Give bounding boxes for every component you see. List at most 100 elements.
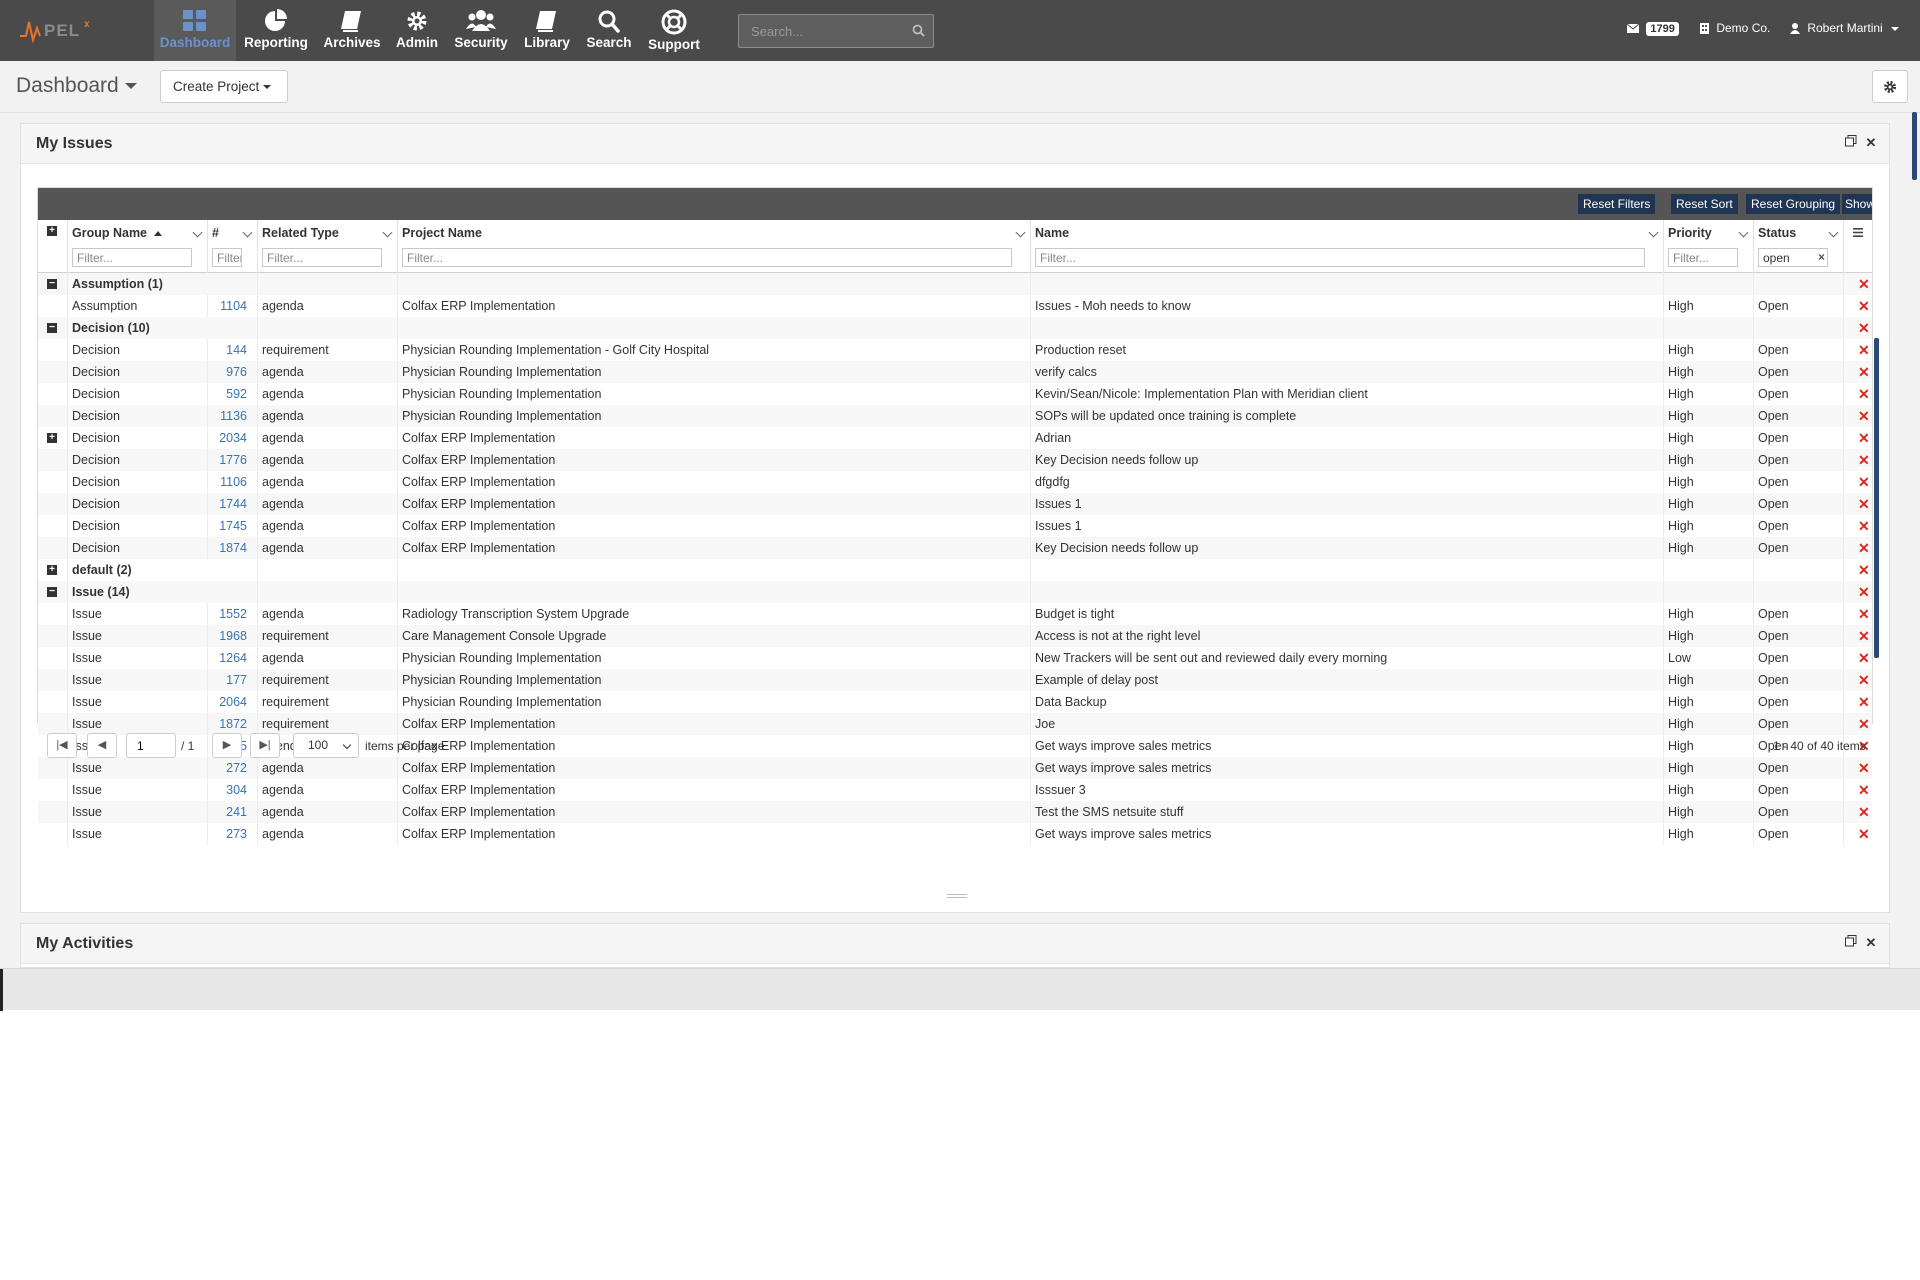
- table-row[interactable]: Decision 976 agenda Physician Rounding Impl…: [38, 361, 1872, 383]
- cell-num[interactable]: 1745: [208, 515, 258, 537]
- maximize-icon[interactable]: [1843, 135, 1859, 151]
- page-scrollbar[interactable]: [1912, 112, 1917, 180]
- nav-support[interactable]: Support: [634, 0, 714, 61]
- remove-row-icon[interactable]: ✕: [1858, 779, 1870, 801]
- cell-num[interactable]: 2064: [208, 691, 258, 713]
- table-row[interactable]: + Decision 2034 agenda Colfax ERP Implementa…: [38, 427, 1872, 449]
- reset-sort-button[interactable]: Reset Sort: [1671, 194, 1738, 214]
- remove-row-icon[interactable]: ✕: [1858, 801, 1870, 823]
- reset-filters-button[interactable]: Reset Filters: [1578, 194, 1656, 214]
- column-menu-icon[interactable]: [1648, 227, 1659, 238]
- related-type-filter[interactable]: [262, 248, 382, 267]
- cell-num[interactable]: 1264: [208, 647, 258, 669]
- page-number-input[interactable]: [126, 733, 176, 758]
- first-page-button[interactable]: |◀: [47, 733, 77, 758]
- cell-num[interactable]: 592: [208, 383, 258, 405]
- column-name[interactable]: Name: [1031, 220, 1664, 273]
- dashboard-switcher[interactable]: Dashboard: [16, 74, 137, 98]
- remove-row-icon[interactable]: ✕: [1858, 361, 1870, 383]
- reset-grouping-button[interactable]: Reset Grouping: [1746, 194, 1841, 214]
- group-row[interactable]: + default (2) ✕: [38, 559, 1872, 581]
- search-icon[interactable]: [912, 24, 925, 37]
- remove-row-icon[interactable]: ✕: [1858, 537, 1870, 559]
- group-row[interactable]: − Issue (14) ✕: [38, 581, 1872, 603]
- column-menu-icon[interactable]: [1015, 227, 1026, 238]
- remove-row-icon[interactable]: ✕: [1858, 581, 1870, 603]
- cell-num[interactable]: 1776: [208, 449, 258, 471]
- cell-num[interactable]: 1106: [208, 471, 258, 493]
- collapse-icon[interactable]: −: [47, 323, 57, 333]
- dashboard-settings-button[interactable]: [1872, 70, 1908, 103]
- close-icon[interactable]: ✕: [1863, 135, 1879, 151]
- cell-num[interactable]: 1552: [208, 603, 258, 625]
- remove-row-icon[interactable]: ✕: [1858, 603, 1870, 625]
- panel-resize-handle[interactable]: [947, 894, 967, 898]
- column-chooser[interactable]: [1844, 220, 1872, 273]
- cell-num[interactable]: 304: [208, 779, 258, 801]
- group-row[interactable]: − Decision (10) ✕: [38, 317, 1872, 339]
- cell-num[interactable]: 144: [208, 339, 258, 361]
- remove-row-icon[interactable]: ✕: [1858, 669, 1870, 691]
- create-project-button[interactable]: Create Project: [160, 70, 288, 103]
- nav-dashboard[interactable]: Dashboard: [154, 0, 236, 61]
- cell-num[interactable]: 2034: [208, 427, 258, 449]
- remove-row-icon[interactable]: ✕: [1858, 625, 1870, 647]
- table-row[interactable]: Assumption 1104 agenda Colfax ERP Implement…: [38, 295, 1872, 317]
- table-row[interactable]: Decision 1776 agenda Colfax ERP Implementat…: [38, 449, 1872, 471]
- remove-row-icon[interactable]: ✕: [1858, 383, 1870, 405]
- table-row[interactable]: Decision 1106 agenda Colfax ERP Implementat…: [38, 471, 1872, 493]
- cell-num[interactable]: 1104: [208, 295, 258, 317]
- remove-row-icon[interactable]: ✕: [1858, 273, 1870, 295]
- table-row[interactable]: Issue 241 agenda Colfax ERP Implementation T…: [38, 801, 1872, 823]
- table-row[interactable]: Decision 1136 agenda Physician Rounding Imp…: [38, 405, 1872, 427]
- user-menu[interactable]: Robert Martini: [1790, 21, 1900, 35]
- collapse-icon[interactable]: −: [47, 279, 57, 289]
- column-menu-icon[interactable]: [242, 227, 253, 238]
- prev-page-button[interactable]: ◀: [87, 733, 117, 758]
- column-menu-icon[interactable]: [1828, 227, 1839, 238]
- expand-icon[interactable]: +: [47, 433, 57, 443]
- remove-row-icon[interactable]: ✕: [1858, 427, 1870, 449]
- clear-filter-icon[interactable]: ×: [1818, 250, 1825, 264]
- table-row[interactable]: Decision 592 agenda Physician Rounding Impl…: [38, 383, 1872, 405]
- cell-num[interactable]: 1874: [208, 537, 258, 559]
- table-row[interactable]: Decision 1874 agenda Colfax ERP Implementat…: [38, 537, 1872, 559]
- table-row[interactable]: Issue 177 requirement Physician Rounding Im…: [38, 669, 1872, 691]
- remove-row-icon[interactable]: ✕: [1858, 449, 1870, 471]
- remove-row-icon[interactable]: ✕: [1858, 295, 1870, 317]
- mail-indicator[interactable]: 1799: [1626, 21, 1679, 36]
- collapse-icon[interactable]: −: [47, 587, 57, 597]
- cell-num[interactable]: 177: [208, 669, 258, 691]
- company-selector[interactable]: Demo Co.: [1700, 21, 1770, 35]
- cell-num[interactable]: 1744: [208, 493, 258, 515]
- table-row[interactable]: Issue 2064 requirement Physician Rounding I…: [38, 691, 1872, 713]
- column-status[interactable]: Status ×: [1754, 220, 1844, 273]
- grid-scrollbar[interactable]: [1874, 338, 1879, 658]
- expand-icon[interactable]: +: [47, 565, 57, 575]
- remove-row-icon[interactable]: ✕: [1858, 691, 1870, 713]
- remove-row-icon[interactable]: ✕: [1858, 559, 1870, 581]
- table-row[interactable]: Issue 1552 agenda Radiology Transcription S…: [38, 603, 1872, 625]
- table-row[interactable]: Issue 273 agenda Colfax ERP Implementation G…: [38, 823, 1872, 845]
- maximize-icon[interactable]: [1843, 935, 1859, 951]
- remove-row-icon[interactable]: ✕: [1858, 515, 1870, 537]
- page-size-select[interactable]: 100: [293, 733, 359, 758]
- nav-reporting[interactable]: Reporting: [236, 0, 316, 61]
- group-row[interactable]: − Assumption (1) ✕: [38, 273, 1872, 295]
- remove-row-icon[interactable]: ✕: [1858, 317, 1870, 339]
- close-icon[interactable]: ✕: [1863, 935, 1879, 951]
- table-row[interactable]: Decision 1745 agenda Colfax ERP Implementat…: [38, 515, 1872, 537]
- remove-row-icon[interactable]: ✕: [1858, 823, 1870, 845]
- remove-row-icon[interactable]: ✕: [1858, 647, 1870, 669]
- table-row[interactable]: Issue 1968 requirement Care Management Cons…: [38, 625, 1872, 647]
- column-project-name[interactable]: Project Name: [398, 220, 1031, 273]
- last-page-button[interactable]: ▶|: [250, 733, 280, 758]
- column-menu-icon[interactable]: [192, 227, 203, 238]
- remove-row-icon[interactable]: ✕: [1858, 471, 1870, 493]
- number-filter[interactable]: [212, 248, 242, 267]
- remove-row-icon[interactable]: ✕: [1858, 339, 1870, 361]
- remove-row-icon[interactable]: ✕: [1858, 493, 1870, 515]
- project-name-filter[interactable]: [402, 248, 1012, 267]
- column-menu-icon[interactable]: [1738, 227, 1749, 238]
- column-number[interactable]: #: [208, 220, 258, 273]
